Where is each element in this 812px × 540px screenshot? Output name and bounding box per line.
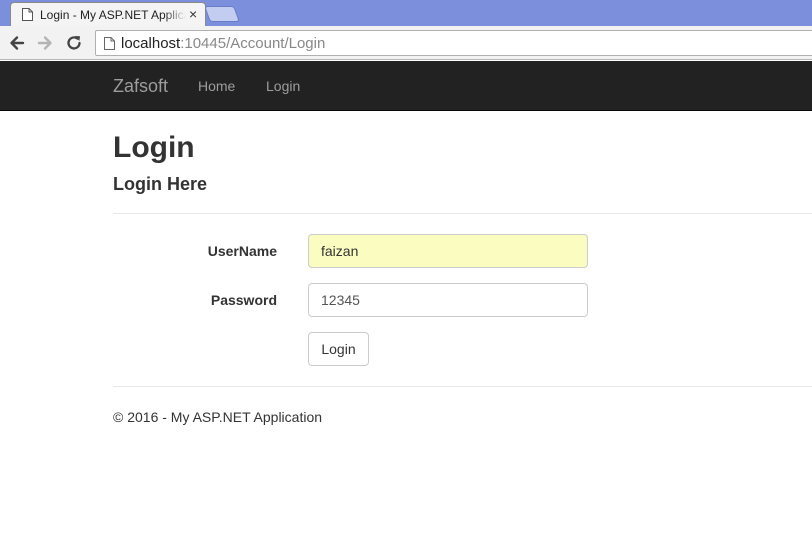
url-host: localhost bbox=[121, 35, 181, 52]
address-bar[interactable]: localhost:10445/Account/Login bbox=[95, 30, 812, 56]
browser-toolbar: localhost:10445/Account/Login bbox=[0, 26, 812, 60]
page-subtitle: Login Here bbox=[113, 174, 208, 194]
page-icon bbox=[104, 37, 115, 50]
footer-divider bbox=[113, 386, 812, 387]
footer-copyright: © 2016 - My ASP.NET Application bbox=[113, 409, 323, 425]
url-text: localhost:10445/Account/Login bbox=[121, 35, 325, 52]
divider bbox=[113, 213, 812, 214]
close-icon[interactable]: × bbox=[189, 6, 197, 22]
url-path: :10445/Account/Login bbox=[180, 35, 326, 52]
nav-link-login[interactable]: Login bbox=[266, 78, 300, 94]
password-input[interactable] bbox=[308, 283, 588, 317]
username-input[interactable] bbox=[308, 234, 588, 268]
new-tab-button[interactable] bbox=[204, 6, 240, 22]
page-title: Login bbox=[113, 131, 195, 164]
password-label: Password bbox=[210, 292, 277, 308]
document-icon bbox=[22, 8, 33, 21]
login-button[interactable]: Login bbox=[308, 332, 369, 366]
reload-icon[interactable] bbox=[64, 33, 84, 53]
site-navbar: Zafsoft Home Login bbox=[0, 61, 812, 111]
tab-title: Login - My ASP.NET Application bbox=[40, 8, 186, 22]
back-arrow-icon[interactable] bbox=[7, 33, 27, 53]
forward-arrow-icon[interactable] bbox=[35, 33, 55, 53]
browser-tab-strip: Login - My ASP.NET Application × bbox=[0, 0, 812, 26]
username-label: UserName bbox=[207, 243, 277, 259]
browser-tab[interactable]: Login - My ASP.NET Application × bbox=[10, 2, 206, 26]
nav-link-home[interactable]: Home bbox=[198, 78, 235, 94]
brand-link[interactable]: Zafsoft bbox=[113, 76, 168, 97]
